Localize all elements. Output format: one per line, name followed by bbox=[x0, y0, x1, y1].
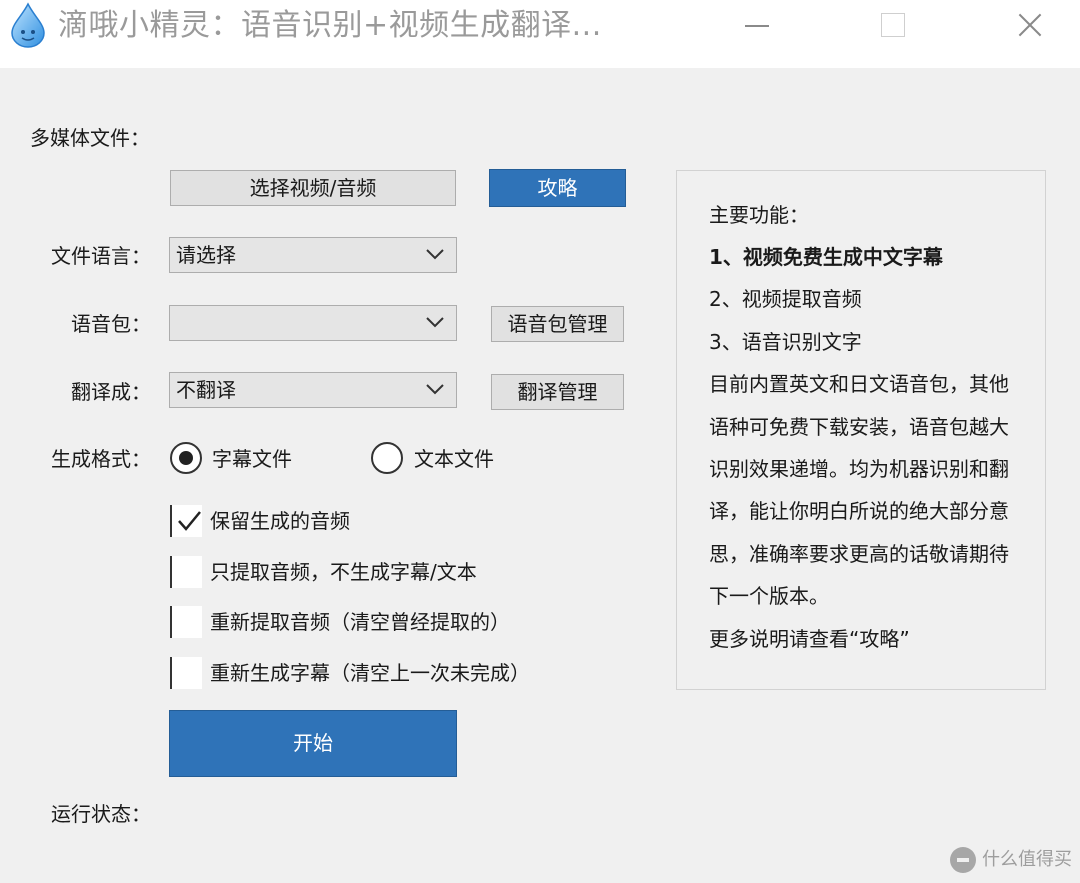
voice-pack-manage-button[interactable]: 语音包管理 bbox=[491, 306, 624, 342]
info-line: 主要功能： bbox=[709, 203, 809, 227]
window-title: 滴哦小精灵：语音识别+视频生成翻译... bbox=[58, 8, 602, 43]
info-line: 2、视频提取音频 bbox=[709, 287, 862, 311]
info-line: 目前内置英文和日文语音包，其他 bbox=[709, 372, 1009, 396]
info-line: 识别效果递增。均为机器识别和翻 bbox=[709, 457, 1009, 481]
media-file-label: 多媒体文件： bbox=[30, 126, 150, 150]
translate-value: 不翻译 bbox=[176, 378, 236, 402]
chevron-down-icon bbox=[426, 384, 444, 395]
translate-manage-button[interactable]: 翻译管理 bbox=[491, 374, 624, 410]
maximize-icon[interactable] bbox=[858, 0, 928, 52]
format-subtitle-radio[interactable] bbox=[170, 442, 202, 474]
chevron-down-icon bbox=[426, 317, 444, 328]
format-label: 生成格式： bbox=[51, 447, 151, 471]
translate-label: 翻译成： bbox=[71, 380, 151, 404]
format-text-label: 文本文件 bbox=[414, 447, 494, 471]
info-line: 语种可免费下载安装，语音包越大 bbox=[709, 415, 1009, 439]
file-language-label: 文件语言： bbox=[51, 244, 151, 268]
format-text-radio[interactable] bbox=[371, 442, 403, 474]
keep-audio-checkbox[interactable] bbox=[170, 505, 202, 537]
format-subtitle-label: 字幕文件 bbox=[212, 447, 292, 471]
radio-dot bbox=[179, 451, 193, 465]
info-panel: 主要功能： 1、视频免费生成中文字幕 2、视频提取音频 3、语音识别文字 目前内… bbox=[676, 170, 1046, 690]
checkmark-icon bbox=[178, 511, 201, 531]
title-bar: 滴哦小精灵：语音识别+视频生成翻译... bbox=[0, 0, 1080, 68]
info-line: 译，能让你明白所说的绝大部分意 bbox=[709, 499, 1009, 523]
close-icon[interactable] bbox=[994, 0, 1064, 52]
minimize-icon[interactable] bbox=[722, 0, 792, 52]
voice-pack-select[interactable] bbox=[169, 305, 457, 341]
watermark-logo-icon bbox=[950, 847, 976, 873]
file-language-value: 请选择 bbox=[176, 243, 236, 267]
file-language-select[interactable]: 请选择 bbox=[169, 237, 457, 273]
start-button[interactable]: 开始 bbox=[169, 710, 457, 777]
info-line: 3、语音识别文字 bbox=[709, 330, 862, 354]
extract-audio-only-label: 只提取音频，不生成字幕/文本 bbox=[210, 560, 477, 584]
re-extract-audio-checkbox[interactable] bbox=[170, 606, 202, 638]
regenerate-subtitle-checkbox[interactable] bbox=[170, 657, 202, 689]
guide-button[interactable]: 攻略 bbox=[489, 169, 626, 207]
keep-audio-label: 保留生成的音频 bbox=[210, 509, 350, 533]
extract-audio-only-checkbox[interactable] bbox=[170, 556, 202, 588]
water-drop-icon bbox=[11, 2, 45, 48]
status-label: 运行状态： bbox=[51, 802, 151, 826]
voice-pack-label: 语音包： bbox=[71, 312, 151, 336]
select-media-button[interactable]: 选择视频/音频 bbox=[170, 170, 456, 206]
info-line: 下一个版本。 bbox=[709, 584, 829, 608]
info-line: 1、视频免费生成中文字幕 bbox=[709, 245, 943, 269]
regenerate-subtitle-label: 重新生成字幕（清空上一次未完成） bbox=[210, 661, 530, 685]
chevron-down-icon bbox=[426, 249, 444, 260]
translate-select[interactable]: 不翻译 bbox=[169, 372, 457, 408]
info-line: 更多说明请查看“攻略” bbox=[709, 627, 910, 651]
info-line: 思，准确率要求更高的话敬请期待 bbox=[709, 542, 1009, 566]
re-extract-audio-label: 重新提取音频（清空曾经提取的） bbox=[210, 610, 510, 634]
watermark-text: 什么值得买 bbox=[982, 849, 1072, 870]
